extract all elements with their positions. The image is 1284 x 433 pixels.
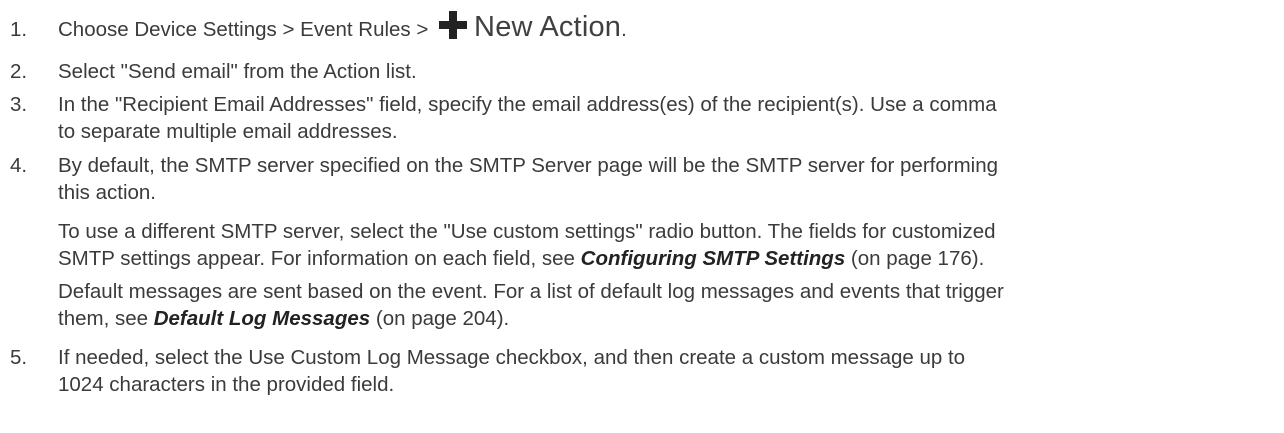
step-text: Choose Device Settings > Event Rules > N… [58,10,1284,43]
step-5-line-1: If needed, select the Use Custom Log Mes… [58,346,966,369]
step-4-line-1: By default, the SMTP server specified on… [58,154,998,177]
step-text: If needed, select the Use Custom Log Mes… [58,344,1284,398]
default-messages-paragraph: Default messages are sent based on the e… [58,278,1284,332]
step-number: 5. [10,346,28,369]
step-text: Select "Send email" from the Action list… [58,58,1284,85]
default-messages-text: them, see [58,307,154,330]
step-2-line: Select "Send email" from the Action list… [58,60,417,83]
step-4-line-2: this action. [58,181,156,204]
default-messages-page-ref: (on page 204). [370,307,510,330]
step-5-line-2: 1024 characters in the provided field. [58,373,395,396]
new-action-button-label: New Action [474,11,622,43]
step-number: 1. [10,18,28,41]
step-3-line-2: to separate multiple email addresses. [58,120,398,143]
step-number: 4. [10,154,28,177]
custom-smtp-text: SMTP settings appear. For information on… [58,247,581,270]
step-1-text-before: Choose Device Settings > Event Rules > [58,18,429,41]
step-number: 3. [10,93,28,116]
step-text: In the "Recipient Email Addresses" field… [58,91,1284,145]
custom-smtp-paragraph: To use a different SMTP server, select t… [58,218,1284,272]
default-log-messages-link[interactable]: Default Log Messages [154,307,370,330]
custom-smtp-line-1: To use a different SMTP server, select t… [58,220,996,243]
step-text: By default, the SMTP server specified on… [58,152,1284,206]
plus-icon [438,10,468,40]
default-messages-line-2: them, see Default Log Messages (on page … [58,305,1284,332]
configuring-smtp-settings-link[interactable]: Configuring SMTP Settings [581,247,846,270]
custom-smtp-line-2: SMTP settings appear. For information on… [58,245,1284,272]
step-1-text-after: . [621,18,627,41]
custom-smtp-page-ref: (on page 176). [845,247,985,270]
step-3-line-1: In the "Recipient Email Addresses" field… [58,93,997,116]
default-messages-line-1: Default messages are sent based on the e… [58,280,1004,303]
step-number: 2. [10,60,28,83]
